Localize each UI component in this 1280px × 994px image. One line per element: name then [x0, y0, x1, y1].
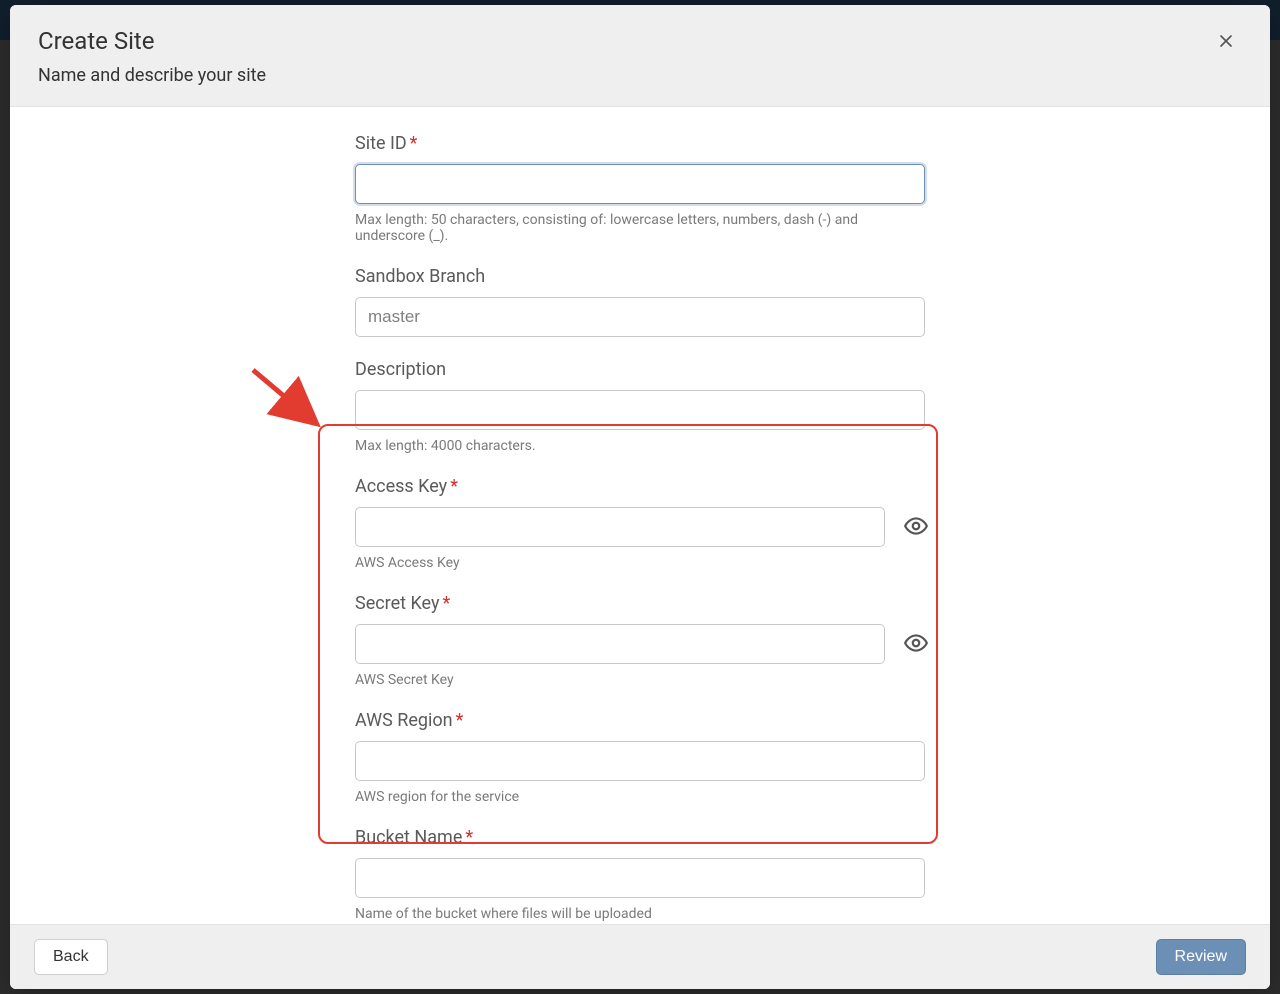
required-asterisk: * — [410, 133, 418, 154]
close-button[interactable] — [1210, 27, 1242, 60]
eye-icon — [903, 630, 929, 659]
label-access-key: Access Key* — [355, 476, 925, 497]
field-sandbox-branch: Sandbox Branch — [355, 266, 925, 337]
required-asterisk: * — [450, 476, 458, 497]
aws-region-input[interactable] — [355, 741, 925, 781]
bucket-name-input[interactable] — [355, 858, 925, 898]
field-access-key: Access Key* AWS Access Key — [355, 476, 925, 571]
modal-title: Create Site — [38, 27, 266, 55]
close-icon — [1216, 30, 1236, 57]
field-description: Description Max length: 4000 characters. — [355, 359, 925, 454]
description-input[interactable] — [355, 390, 925, 430]
eye-icon — [903, 513, 929, 542]
required-asterisk: * — [465, 827, 473, 848]
field-aws-region: AWS Region* AWS region for the service — [355, 710, 925, 805]
label-bucket-name: Bucket Name* — [355, 827, 925, 848]
back-button[interactable]: Back — [34, 939, 108, 975]
label-aws-region: AWS Region* — [355, 710, 925, 731]
modal-body: Site ID* Max length: 50 characters, cons… — [10, 107, 1270, 924]
field-bucket-name: Bucket Name* Name of the bucket where fi… — [355, 827, 925, 922]
help-bucket-name: Name of the bucket where files will be u… — [355, 906, 925, 922]
field-site-id: Site ID* Max length: 50 characters, cons… — [355, 133, 925, 244]
modal-header: Create Site Name and describe your site — [10, 5, 1270, 107]
help-secret-key: AWS Secret Key — [355, 672, 925, 688]
help-aws-region: AWS region for the service — [355, 789, 925, 805]
secret-key-input[interactable] — [355, 624, 885, 664]
required-asterisk: * — [456, 710, 464, 731]
reveal-secret-key-button[interactable] — [903, 630, 929, 658]
reveal-access-key-button[interactable] — [903, 513, 929, 541]
required-asterisk: * — [443, 593, 451, 614]
sandbox-branch-input[interactable] — [355, 297, 925, 337]
help-access-key: AWS Access Key — [355, 555, 925, 571]
form: Site ID* Max length: 50 characters, cons… — [355, 133, 925, 924]
modal-footer: Back Review — [10, 924, 1270, 989]
modal-titles: Create Site Name and describe your site — [38, 27, 266, 86]
label-sandbox-branch: Sandbox Branch — [355, 266, 925, 287]
site-id-input[interactable] — [355, 164, 925, 204]
label-description: Description — [355, 359, 925, 380]
access-key-input[interactable] — [355, 507, 885, 547]
create-site-modal: Create Site Name and describe your site … — [10, 5, 1270, 989]
field-secret-key: Secret Key* AWS Secret Key — [355, 593, 925, 688]
modal-subtitle: Name and describe your site — [38, 65, 266, 86]
review-button[interactable]: Review — [1156, 939, 1246, 975]
help-site-id: Max length: 50 characters, consisting of… — [355, 212, 925, 244]
label-secret-key: Secret Key* — [355, 593, 925, 614]
annotation-arrow-icon — [245, 362, 335, 442]
label-site-id: Site ID* — [355, 133, 925, 154]
help-description: Max length: 4000 characters. — [355, 438, 925, 454]
